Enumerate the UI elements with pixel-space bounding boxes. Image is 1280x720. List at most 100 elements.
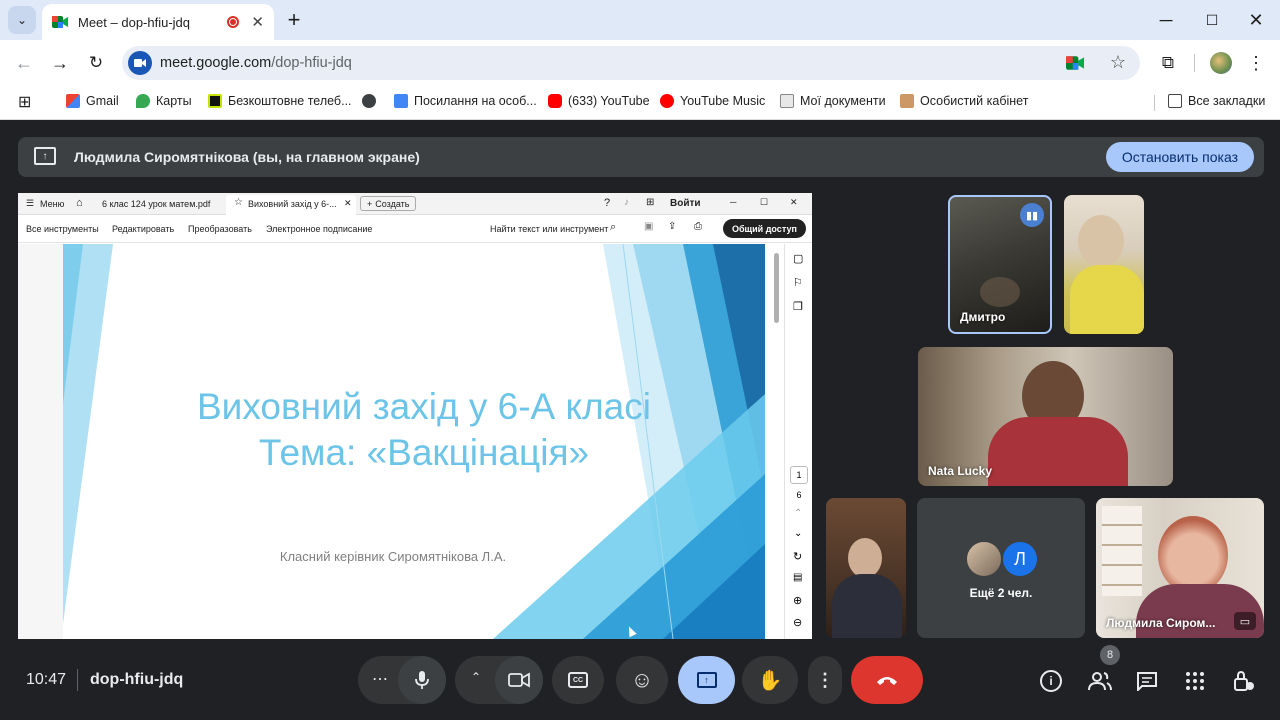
audio-options-icon[interactable]: ⋯	[372, 669, 388, 689]
bookmark-label: (633) YouTube	[568, 94, 650, 108]
comment-icon[interactable]: ▢	[793, 252, 803, 265]
reload-icon[interactable]: ↻	[82, 49, 110, 77]
close-window-icon[interactable]: ✕	[1240, 6, 1272, 34]
bookmark-youtube-music[interactable]: YouTube Music	[660, 94, 765, 108]
video-feed	[848, 538, 882, 578]
chat-button[interactable]	[1133, 667, 1161, 695]
pdf-scrollbar[interactable]	[774, 253, 779, 323]
address-bar[interactable]: meet.google.com/dop-hfiu-jdq ☆	[122, 46, 1140, 80]
bookmark-maps[interactable]: Карты	[136, 94, 192, 108]
pdf-star-icon[interactable]: ☆	[234, 197, 243, 208]
pdf-tool-esign[interactable]: Электронное подписание	[266, 224, 372, 234]
bookmark-cabinet[interactable]: Особистий кабінет	[900, 94, 1028, 108]
bookmark-globe[interactable]	[362, 94, 382, 108]
bookmark-documents[interactable]: Мої документи	[780, 94, 886, 108]
video-options-icon[interactable]: ⌃	[471, 670, 481, 684]
pdf-tab-1[interactable]: 6 клас 124 урок матем.pdf	[102, 199, 210, 209]
pdf-share-button[interactable]: Общий доступ	[723, 219, 806, 238]
pdf-tab-close-icon[interactable]: ✕	[344, 198, 352, 209]
bookmark-star-icon[interactable]: ☆	[1110, 52, 1126, 73]
present-button[interactable]: ↑	[678, 656, 735, 704]
pdf-bell-icon[interactable]: ♪	[624, 197, 629, 208]
more-participants-tile[interactable]: Л Ещё 2 чел.	[917, 498, 1085, 638]
all-bookmarks[interactable]: Все закладки	[1168, 94, 1265, 108]
bookmark-gmail[interactable]: Gmail	[66, 94, 119, 108]
pdf-right-panel: ▢ ⚐ ❐ 1 6 ⌃ ⌄ ↻ ▤ ⊕ ⊖	[784, 244, 812, 639]
pdf-close-icon[interactable]: ✕	[790, 197, 798, 208]
minimize-icon[interactable]: ─	[1150, 6, 1182, 34]
new-tab-button[interactable]: +	[280, 6, 308, 34]
extensions-icon[interactable]: ⧉	[1154, 49, 1182, 77]
back-icon[interactable]: ←	[10, 49, 38, 77]
apps-grid-icon[interactable]: ⊞	[18, 92, 31, 112]
raise-hand-button[interactable]: ✋	[742, 656, 798, 704]
speaking-indicator-icon: ▮▮	[1020, 203, 1044, 227]
captions-button[interactable]: CC	[552, 656, 604, 704]
pdf-maximize-icon[interactable]: ☐	[760, 197, 768, 208]
video-feed-shelf	[1102, 506, 1142, 596]
activities-button[interactable]	[1181, 667, 1209, 695]
pdf-create-label: Создать	[375, 198, 410, 209]
participant-tile-child[interactable]	[1064, 195, 1144, 334]
microphone-button[interactable]	[398, 656, 446, 704]
maps-icon	[136, 94, 150, 108]
participant-tile-girl[interactable]	[826, 498, 906, 638]
browser-tab-meet[interactable]: Meet – dop-hfiu-jdq ✕	[42, 4, 274, 40]
pdf-tool-convert[interactable]: Преобразовать	[188, 224, 252, 234]
document-icon[interactable]: ▤	[793, 572, 802, 583]
pages-icon[interactable]: ❐	[793, 300, 803, 313]
pdf-help-icon[interactable]: ?	[604, 197, 610, 209]
maximize-icon[interactable]: ☐	[1196, 6, 1228, 34]
meet-extension-icon[interactable]	[1066, 55, 1084, 71]
rotate-icon[interactable]: ↻	[793, 550, 802, 563]
page-up-icon[interactable]: ⌃	[794, 508, 802, 519]
more-options-button[interactable]: ⋮	[808, 656, 842, 704]
pdf-tool-edit[interactable]: Редактировать	[112, 224, 174, 234]
bookmark-youtube[interactable]: (633) YouTube	[548, 94, 650, 108]
pdf-home-icon[interactable]: ⌂	[76, 197, 83, 209]
pip-icon[interactable]: ▭	[1234, 612, 1256, 630]
bookmark-tv[interactable]: Безкоштовне телеб...	[208, 94, 352, 108]
pdf-menu[interactable]: Меню	[40, 199, 64, 209]
participant-tile-nata[interactable]: Nata Lucky	[918, 347, 1173, 486]
pdf-upload-icon[interactable]: ⇪	[668, 221, 676, 232]
host-controls-button[interactable]	[1230, 667, 1258, 695]
stop-presenting-button[interactable]: Остановить показ	[1105, 142, 1254, 172]
meet-control-bar: 10:47 dop-hfiu-jdq ⋯ ⌃ CC ☺ ↑ ✋ ⋮ i 8	[0, 645, 1280, 720]
pdf-slide: Виховний захід у 6-А класі Тема: «Вакцін…	[63, 244, 765, 639]
pdf-menu-icon[interactable]: ☰	[26, 198, 34, 209]
people-button[interactable]: 8	[1086, 645, 1120, 695]
browser-menu-icon[interactable]: ⋮	[1244, 49, 1268, 77]
self-tile[interactable]: Людмила Сиром... ▭	[1096, 498, 1264, 638]
pdf-minimize-icon[interactable]: ─	[730, 197, 736, 207]
present-screen-icon: ↑	[696, 672, 717, 688]
pdf-create-button[interactable]: + Создать	[360, 196, 417, 211]
page-number-field[interactable]: 1	[790, 466, 808, 484]
bookmark-panel-icon[interactable]: ⚐	[793, 276, 803, 289]
bookmark-label: Карты	[156, 94, 192, 108]
pdf-tool-all[interactable]: Все инструменты	[26, 224, 99, 234]
pdf-save-icon[interactable]: ▣	[644, 221, 653, 232]
camera-button[interactable]	[495, 656, 543, 704]
pdf-tab-2[interactable]: Виховний захід у 6-...	[248, 199, 337, 209]
reactions-button[interactable]: ☺	[616, 656, 668, 704]
leave-call-button[interactable]	[851, 656, 923, 704]
profile-avatar[interactable]	[1210, 52, 1232, 74]
pdf-search-icon[interactable]: ⌕	[610, 221, 616, 234]
zoom-in-icon[interactable]: ⊕	[793, 594, 802, 607]
close-tab-icon[interactable]: ✕	[251, 13, 264, 31]
page-down-icon[interactable]: ⌄	[794, 528, 802, 539]
site-info-icon[interactable]	[128, 51, 152, 75]
pdf-print-icon[interactable]: ⎙	[694, 221, 702, 232]
tab-search-icon[interactable]: ⌄	[8, 6, 36, 34]
participant-initial-avatar: Л	[1001, 540, 1039, 578]
forward-icon[interactable]: →	[46, 49, 74, 77]
participant-tile-dmytro[interactable]: ▮▮ Дмитро	[948, 195, 1052, 334]
pdf-apps-icon[interactable]: ⊞	[646, 197, 654, 208]
meeting-info-button[interactable]: i	[1037, 667, 1065, 695]
bookmark-docs[interactable]: Посилання на особ...	[394, 94, 537, 108]
zoom-out-icon[interactable]: ⊖	[793, 616, 802, 629]
pdf-sign-in[interactable]: Войти	[670, 198, 701, 209]
pdf-find[interactable]: Найти текст или инструмент	[490, 224, 608, 234]
more-vert-icon: ⋮	[816, 669, 834, 690]
